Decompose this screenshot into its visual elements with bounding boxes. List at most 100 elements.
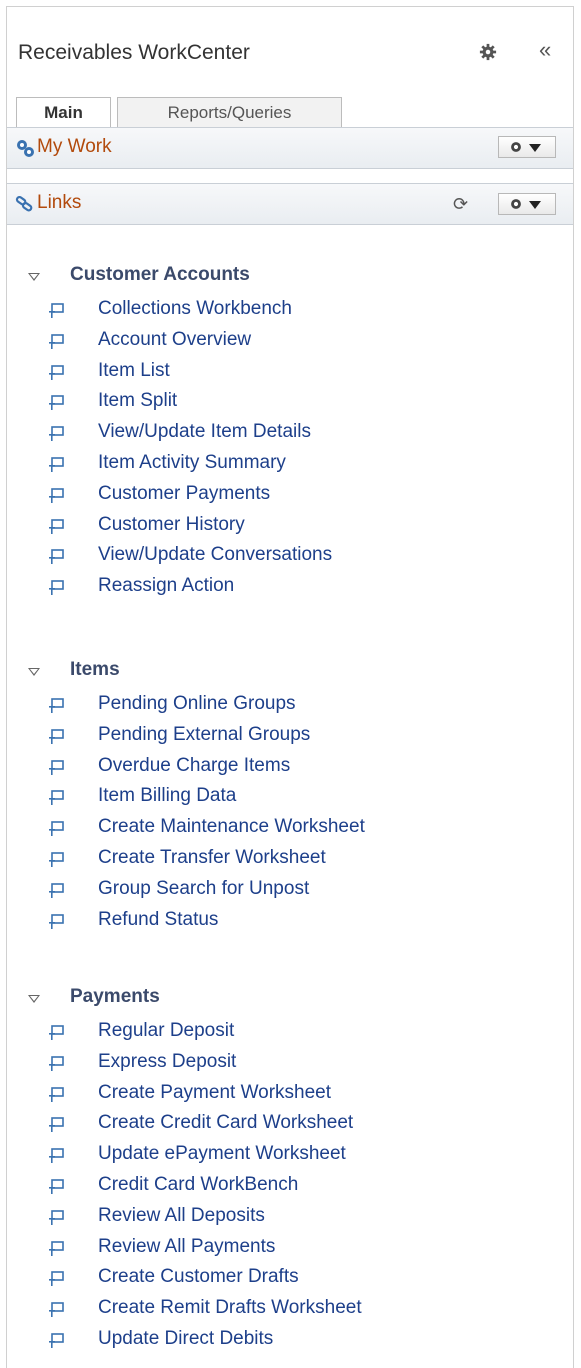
new-window-link-icon xyxy=(47,759,65,777)
link-label[interactable]: Overdue Charge Items xyxy=(98,755,290,777)
gears-icon xyxy=(17,140,34,157)
link-label[interactable]: Pending External Groups xyxy=(98,724,310,746)
link-label[interactable]: Credit Card WorkBench xyxy=(98,1174,298,1196)
new-window-link-icon xyxy=(47,1240,65,1258)
collapse-icon[interactable]: « xyxy=(539,37,551,63)
collapse-triangle-icon[interactable] xyxy=(28,668,40,676)
link-label[interactable]: Create Credit Card Worksheet xyxy=(98,1112,353,1134)
link-item[interactable]: Group Search for Unpost xyxy=(7,876,573,906)
link-label[interactable]: Customer Payments xyxy=(98,483,270,505)
gear-icon xyxy=(509,140,523,159)
link-item[interactable]: Account Overview xyxy=(7,327,573,357)
link-item[interactable]: Create Maintenance Worksheet xyxy=(7,814,573,844)
refresh-icon[interactable]: ⟳ xyxy=(453,194,468,215)
new-window-link-icon xyxy=(47,1024,65,1042)
gear-icon xyxy=(509,197,523,216)
link-label[interactable]: Customer History xyxy=(98,514,245,536)
new-window-link-icon xyxy=(47,1116,65,1134)
link-label[interactable]: Update ePayment Worksheet xyxy=(98,1143,346,1165)
new-window-link-icon xyxy=(47,364,65,382)
link-item[interactable]: Item Activity Summary xyxy=(7,450,573,480)
link-label[interactable]: Review All Deposits xyxy=(98,1205,265,1227)
link-item[interactable]: Customer Payments xyxy=(7,481,573,511)
link-label[interactable]: Regular Deposit xyxy=(98,1020,234,1042)
chevron-down-icon xyxy=(529,144,541,152)
link-item[interactable]: Update Direct Debits xyxy=(7,1326,573,1356)
new-window-link-icon xyxy=(47,913,65,931)
page-title: Receivables WorkCenter xyxy=(18,41,250,64)
links-menu-button[interactable] xyxy=(498,193,556,215)
link-label[interactable]: Express Deposit xyxy=(98,1051,236,1073)
link-item[interactable]: Pending External Groups xyxy=(7,722,573,752)
link-item[interactable]: Express Deposit xyxy=(7,1049,573,1079)
link-label[interactable]: Create Remit Drafts Worksheet xyxy=(98,1297,362,1319)
workcenter-panel: Receivables WorkCenter « Main Reports/Qu… xyxy=(6,6,574,1368)
links-label[interactable]: Links xyxy=(37,192,81,214)
new-window-link-icon xyxy=(47,728,65,746)
link-label[interactable]: View/Update Conversations xyxy=(98,544,332,566)
link-item[interactable]: View/Update Item Details xyxy=(7,419,573,449)
new-window-link-icon xyxy=(47,425,65,443)
link-item[interactable]: Review All Payments xyxy=(7,1234,573,1264)
link-label[interactable]: Account Overview xyxy=(98,329,251,351)
link-item[interactable]: Item Billing Data xyxy=(7,783,573,813)
link-item[interactable]: Customer History xyxy=(7,512,573,542)
link-label[interactable]: Reassign Action xyxy=(98,575,234,597)
gear-icon[interactable] xyxy=(479,43,497,61)
group-title[interactable]: Items xyxy=(70,659,120,681)
my-work-menu-button[interactable] xyxy=(498,136,556,158)
link-label[interactable]: Review All Payments xyxy=(98,1236,275,1258)
link-item[interactable]: Create Payment Worksheet xyxy=(7,1080,573,1110)
link-label[interactable]: Item Billing Data xyxy=(98,785,236,807)
link-label[interactable]: Create Customer Drafts xyxy=(98,1266,299,1288)
new-window-link-icon xyxy=(47,548,65,566)
new-window-link-icon xyxy=(47,1270,65,1288)
link-item[interactable]: Refund Status xyxy=(7,907,573,937)
tab-main[interactable]: Main xyxy=(16,97,111,128)
link-label[interactable]: Create Payment Worksheet xyxy=(98,1082,331,1104)
new-window-link-icon xyxy=(47,1332,65,1350)
tab-reports-queries[interactable]: Reports/Queries xyxy=(117,97,342,127)
link-item[interactable]: Item List xyxy=(7,358,573,388)
new-window-link-icon xyxy=(47,579,65,597)
link-label[interactable]: Create Maintenance Worksheet xyxy=(98,816,365,838)
collapse-triangle-icon[interactable] xyxy=(28,995,40,1003)
new-window-link-icon xyxy=(47,1178,65,1196)
link-item[interactable]: Review All Deposits xyxy=(7,1203,573,1233)
link-label[interactable]: Item Split xyxy=(98,390,177,412)
link-label[interactable]: Item Activity Summary xyxy=(98,452,286,474)
group-title[interactable]: Customer Accounts xyxy=(70,264,250,286)
link-label[interactable]: Item List xyxy=(98,360,170,382)
link-item[interactable]: Pending Online Groups xyxy=(7,691,573,721)
link-item[interactable]: Reassign Action xyxy=(7,573,573,603)
new-window-link-icon xyxy=(47,789,65,807)
links-header[interactable]: Links ⟳ xyxy=(7,183,573,225)
collapse-triangle-icon[interactable] xyxy=(28,273,40,281)
link-item[interactable]: Create Credit Card Worksheet xyxy=(7,1110,573,1140)
link-label[interactable]: Update Direct Debits xyxy=(98,1328,273,1350)
new-window-link-icon xyxy=(47,851,65,869)
new-window-link-icon xyxy=(47,487,65,505)
link-item[interactable]: Credit Card WorkBench xyxy=(7,1172,573,1202)
new-window-link-icon xyxy=(47,333,65,351)
link-label[interactable]: Pending Online Groups xyxy=(98,693,296,715)
link-item[interactable]: Collections Workbench xyxy=(7,296,573,326)
link-item[interactable]: Create Remit Drafts Worksheet xyxy=(7,1295,573,1325)
link-item[interactable]: Regular Deposit xyxy=(7,1018,573,1048)
link-label[interactable]: Group Search for Unpost xyxy=(98,878,309,900)
link-label[interactable]: View/Update Item Details xyxy=(98,421,311,443)
link-item[interactable]: Overdue Charge Items xyxy=(7,753,573,783)
link-label[interactable]: Refund Status xyxy=(98,909,218,931)
link-label[interactable]: Collections Workbench xyxy=(98,298,292,320)
link-item[interactable]: Create Transfer Worksheet xyxy=(7,845,573,875)
link-item[interactable]: View/Update Conversations xyxy=(7,542,573,572)
my-work-label[interactable]: My Work xyxy=(37,136,112,158)
link-label[interactable]: Create Transfer Worksheet xyxy=(98,847,326,869)
new-window-link-icon xyxy=(47,394,65,412)
new-window-link-icon xyxy=(47,1209,65,1227)
group-title[interactable]: Payments xyxy=(70,986,160,1008)
my-work-header[interactable]: My Work xyxy=(7,127,573,169)
link-item[interactable]: Create Customer Drafts xyxy=(7,1264,573,1294)
link-item[interactable]: Update ePayment Worksheet xyxy=(7,1141,573,1171)
link-item[interactable]: Item Split xyxy=(7,388,573,418)
